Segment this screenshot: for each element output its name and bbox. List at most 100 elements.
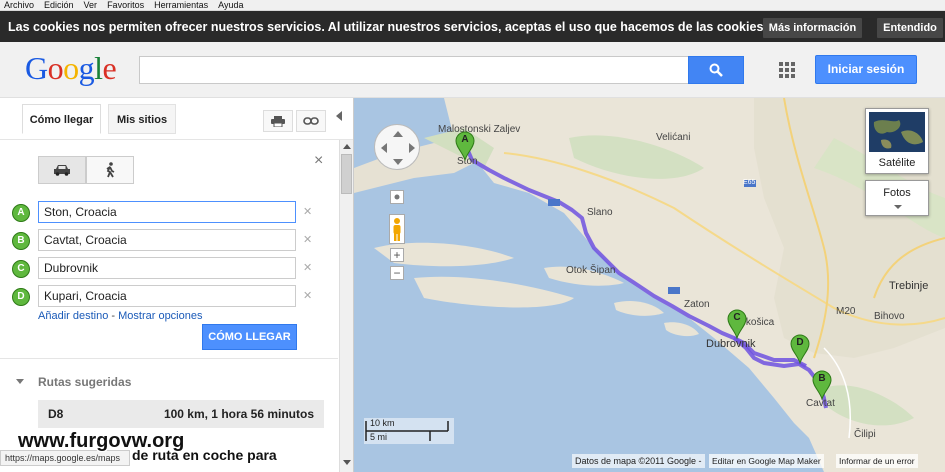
map-label-cilipi: Čilipi — [854, 429, 876, 440]
printer-icon — [271, 115, 285, 127]
map-label-velicani: Velićani — [656, 132, 691, 143]
map-label-slano: Slano — [587, 207, 613, 218]
get-directions-button[interactable]: CÓMO LLEGAR — [202, 324, 297, 350]
remove-waypoint-d-icon[interactable]: ✕ — [303, 289, 312, 302]
route-option[interactable]: D8 100 km, 1 hora 56 minutos — [38, 400, 324, 428]
waypoint-row-c: C ✕ — [12, 257, 322, 281]
route-name: D8 — [48, 407, 64, 421]
menu-ver[interactable]: Ver — [84, 0, 98, 10]
remove-waypoint-a-icon[interactable]: ✕ — [303, 205, 312, 218]
directions-panel: Cómo llegar Mis sitios × A Ston, Croacia… — [0, 98, 354, 472]
collapse-panel-icon[interactable] — [336, 111, 342, 121]
pan-control[interactable] — [374, 124, 420, 170]
waypoint-marker-c[interactable]: C — [12, 260, 30, 278]
routes-expand-icon[interactable] — [16, 379, 24, 384]
target-icon — [394, 194, 400, 200]
apps-grid-icon[interactable] — [779, 62, 795, 78]
waypoint-row-a: A ✕ — [12, 201, 322, 225]
cookie-accept-button[interactable]: Entendido — [877, 18, 943, 38]
menu-favoritos[interactable]: Favoritos — [107, 0, 144, 10]
search-input[interactable] — [139, 56, 689, 84]
waypoint-input-b[interactable] — [38, 229, 296, 251]
browser-menubar: Archivo Edición Ver Favoritos Herramient… — [0, 0, 945, 11]
panel-tabs: Cómo llegar Mis sitios — [0, 98, 353, 140]
signin-button[interactable]: Iniciar sesión — [815, 55, 917, 84]
google-header: Google Iniciar sesión — [0, 42, 945, 98]
map-base — [354, 98, 945, 472]
search-button[interactable] — [688, 56, 744, 84]
menu-herramientas[interactable]: Herramientas — [154, 0, 208, 10]
tab-directions[interactable]: Cómo llegar — [22, 104, 101, 134]
menu-edicion[interactable]: Edición — [44, 0, 74, 10]
report-error-link[interactable]: Informar de un error — [836, 454, 918, 468]
scroll-up-icon[interactable] — [343, 144, 351, 149]
add-destination-link[interactable]: Añadir destino — [38, 310, 108, 322]
map-scale: 10 km 5 mi — [364, 418, 454, 444]
cookie-message: Las cookies nos permiten ofrecer nuestro… — [8, 19, 767, 34]
waypoint-input-c[interactable] — [38, 257, 296, 279]
remove-waypoint-b-icon[interactable]: ✕ — [303, 233, 312, 246]
remove-waypoint-c-icon[interactable]: ✕ — [303, 261, 312, 274]
map-marker-a-letter: A — [461, 134, 469, 145]
zoom-in-button[interactable]: + — [390, 248, 404, 262]
map-marker-c[interactable]: C — [726, 309, 748, 340]
close-icon[interactable]: × — [314, 152, 323, 170]
map-marker-a[interactable]: A — [454, 131, 476, 162]
tab-my-places[interactable]: Mis sitios — [108, 104, 176, 134]
suggested-routes-title: Rutas sugeridas — [38, 375, 132, 389]
photos-label: Fotos — [883, 187, 911, 199]
map-label-zaton: Zaton — [684, 299, 710, 310]
zoom-reset-button[interactable] — [390, 190, 404, 204]
map-marker-b[interactable]: B — [811, 370, 833, 401]
pan-arrows-icon — [381, 131, 415, 165]
map-label-otok-sipan: Otok Šipan — [566, 265, 616, 276]
waypoint-marker-b[interactable]: B — [12, 232, 30, 250]
cookie-more-info-button[interactable]: Más información — [763, 18, 862, 38]
panel-scrollbar[interactable] — [339, 140, 353, 472]
mode-walk-button[interactable] — [86, 156, 134, 184]
waypoint-row-b: B ✕ — [12, 229, 322, 253]
waypoint-marker-a[interactable]: A — [12, 204, 30, 222]
zoom-out-button[interactable]: − — [390, 266, 404, 280]
link-icon — [303, 117, 319, 125]
google-logo[interactable]: Google — [25, 50, 117, 87]
map-marker-d[interactable]: D — [789, 334, 811, 365]
scroll-thumb[interactable] — [341, 154, 352, 194]
waypoint-row-d: D ✕ — [12, 285, 322, 309]
car-icon — [54, 165, 70, 176]
map-label-malostonski: Malostonski Zaljev — [438, 124, 521, 135]
map-marker-b-letter: B — [818, 373, 826, 384]
map-label-dubrovnik: Dubrovnik — [706, 338, 756, 350]
link-button[interactable] — [296, 110, 326, 132]
waypoint-marker-d[interactable]: D — [12, 288, 30, 306]
map-view[interactable]: Malostonski Zaljev Ston Velićani Slano O… — [354, 98, 945, 472]
show-options-link[interactable]: Mostrar opciones — [118, 310, 202, 322]
scale-mi-label: 5 mi — [370, 432, 388, 442]
street-view-pegman-icon[interactable] — [389, 214, 405, 244]
menu-archivo[interactable]: Archivo — [4, 0, 34, 10]
waypoint-input-d[interactable] — [38, 285, 296, 307]
satellite-label: Satélite — [878, 157, 916, 169]
scale-km-label: 10 km — [370, 418, 395, 428]
print-button[interactable] — [263, 110, 293, 132]
waypoint-links: Añadir destino - Mostrar opciones — [38, 310, 202, 322]
links-separator: - — [108, 310, 119, 322]
route-distance-time: 100 km, 1 hora 56 minutos — [163, 407, 314, 421]
watermark-text: www.furgovw.org — [18, 430, 185, 452]
satellite-toggle[interactable]: Satélite — [865, 108, 929, 174]
panel-divider — [0, 358, 338, 359]
search-icon — [709, 63, 723, 77]
map-attribution: Datos de mapa ©2011 Google - — [572, 454, 705, 468]
mode-car-button[interactable] — [38, 156, 86, 184]
scroll-down-icon[interactable] — [343, 460, 351, 465]
cookie-banner: Las cookies nos permiten ofrecer nuestro… — [0, 11, 945, 42]
photos-toggle[interactable]: Fotos — [865, 180, 929, 216]
menu-ayuda[interactable]: Ayuda — [218, 0, 243, 10]
waypoint-input-a[interactable] — [38, 201, 296, 223]
edit-in-map-maker-link[interactable]: Editar en Google Map Maker — [709, 454, 824, 468]
map-label-m20: M20 — [836, 306, 856, 317]
walking-icon — [106, 162, 115, 178]
photos-dropdown-icon — [894, 205, 902, 209]
map-marker-c-letter: C — [733, 312, 741, 323]
map-label-trebinje: Trebinje — [889, 280, 929, 292]
